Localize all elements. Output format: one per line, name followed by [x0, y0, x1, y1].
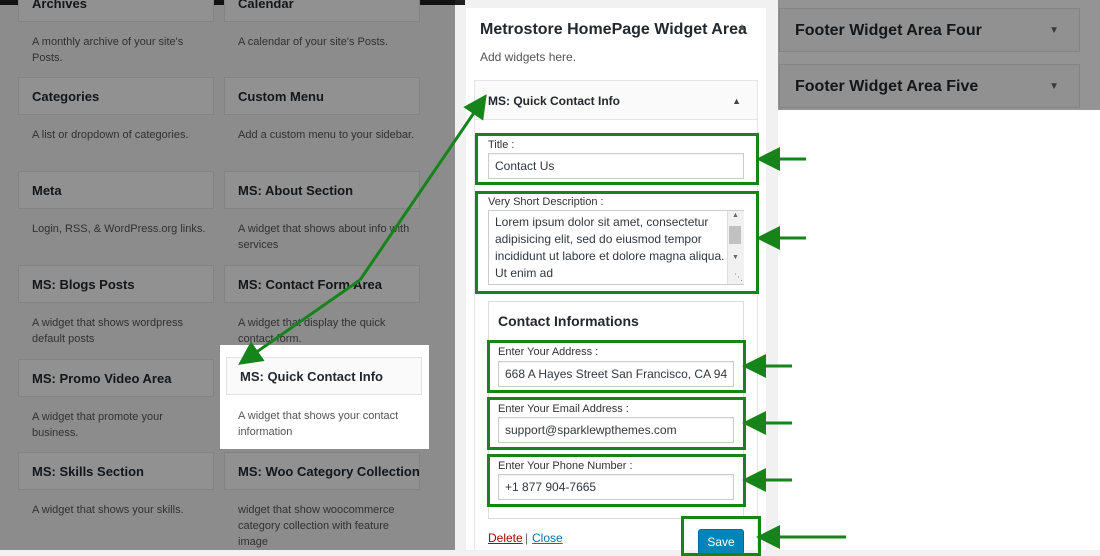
- green-arrow-icon: [358, 94, 487, 281]
- annotation-save: Click Here to Save Settings: [856, 528, 1064, 545]
- annotation-title: Enter Here Contact Main Title: [816, 150, 1039, 167]
- annotation-address: Enter Here Map Address: [803, 357, 989, 374]
- annotation-phone: Enter Here Phone Number: [803, 471, 1003, 488]
- annotation-email: Enter Here Email Address: [803, 414, 999, 431]
- green-arrow-icon: [238, 278, 361, 365]
- annotation-description: Enter Here Contact Short Description: [816, 230, 1100, 247]
- annotation-arrows: [238, 94, 846, 549]
